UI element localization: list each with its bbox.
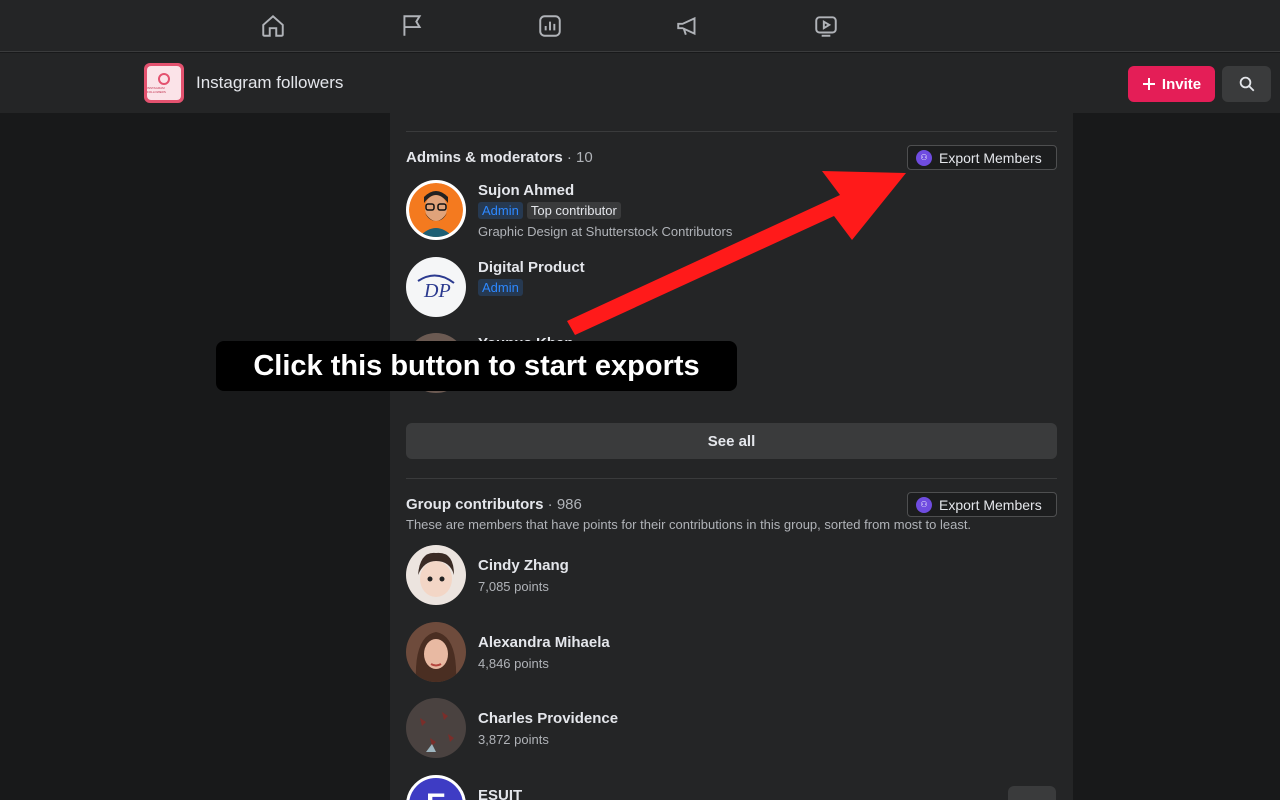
avatar[interactable]: [406, 622, 466, 682]
member-badges: Admin: [478, 279, 523, 296]
search-icon: [1238, 75, 1256, 93]
member-name[interactable]: Charles Providence: [478, 710, 618, 727]
member-points: 4,846 points: [478, 656, 549, 671]
member-name[interactable]: Digital Product: [478, 259, 585, 276]
top-contributor-badge: Top contributor: [527, 202, 621, 219]
svg-text:DP: DP: [423, 280, 451, 302]
megaphone-icon[interactable]: [672, 10, 704, 42]
admin-badge: Admin: [478, 202, 523, 219]
member-points: 3,872 points: [478, 732, 549, 747]
group-logo[interactable]: INSTAGRAM FOLLOWERS: [144, 63, 184, 103]
members-panel: Admins & moderators · 10 ⚇ Export Member…: [390, 113, 1073, 800]
export-icon: ⚇: [916, 150, 932, 166]
invite-label: Invite: [1162, 76, 1201, 93]
divider: [406, 131, 1057, 132]
export-icon: ⚇: [916, 497, 932, 513]
top-navigation: [0, 0, 1280, 52]
video-icon[interactable]: [810, 10, 842, 42]
admin-badge: Admin: [478, 279, 523, 296]
plus-icon: [1142, 77, 1156, 91]
invite-button[interactable]: Invite: [1128, 66, 1215, 102]
export-members-button-contributors[interactable]: ⚇ Export Members: [907, 492, 1057, 517]
divider: [406, 478, 1057, 479]
member-points: 7,085 points: [478, 579, 549, 594]
chart-icon[interactable]: [534, 10, 566, 42]
member-name[interactable]: Cindy Zhang: [478, 557, 569, 574]
flag-icon[interactable]: [396, 10, 428, 42]
avatar[interactable]: [406, 180, 466, 240]
avatar[interactable]: DP: [406, 257, 466, 317]
contributors-description: These are members that have points for t…: [406, 517, 971, 532]
see-all-button[interactable]: See all: [406, 423, 1057, 459]
member-name[interactable]: Alexandra Mihaela: [478, 634, 610, 651]
member-badges: Admin Top contributor: [478, 202, 621, 219]
member-subtitle: Graphic Design at Shutterstock Contribut…: [478, 224, 732, 239]
admins-section-title: Admins & moderators · 10: [406, 149, 593, 166]
avatar[interactable]: [406, 698, 466, 758]
export-members-button[interactable]: ⚇ Export Members: [907, 145, 1057, 170]
home-icon[interactable]: [257, 10, 289, 42]
tutorial-callout: Click this button to start exports: [216, 341, 737, 391]
member-name[interactable]: Sujon Ahmed: [478, 182, 574, 199]
more-options-button[interactable]: [1008, 786, 1056, 800]
contributors-section-title: Group contributors · 986: [406, 496, 582, 513]
group-header: INSTAGRAM FOLLOWERS Instagram followers …: [0, 53, 1280, 113]
search-button[interactable]: [1222, 66, 1271, 102]
avatar[interactable]: [406, 545, 466, 605]
avatar-initial: E: [426, 788, 446, 800]
avatar[interactable]: E: [406, 775, 466, 800]
member-name[interactable]: ESUIT: [478, 787, 522, 800]
group-name[interactable]: Instagram followers: [196, 73, 343, 93]
